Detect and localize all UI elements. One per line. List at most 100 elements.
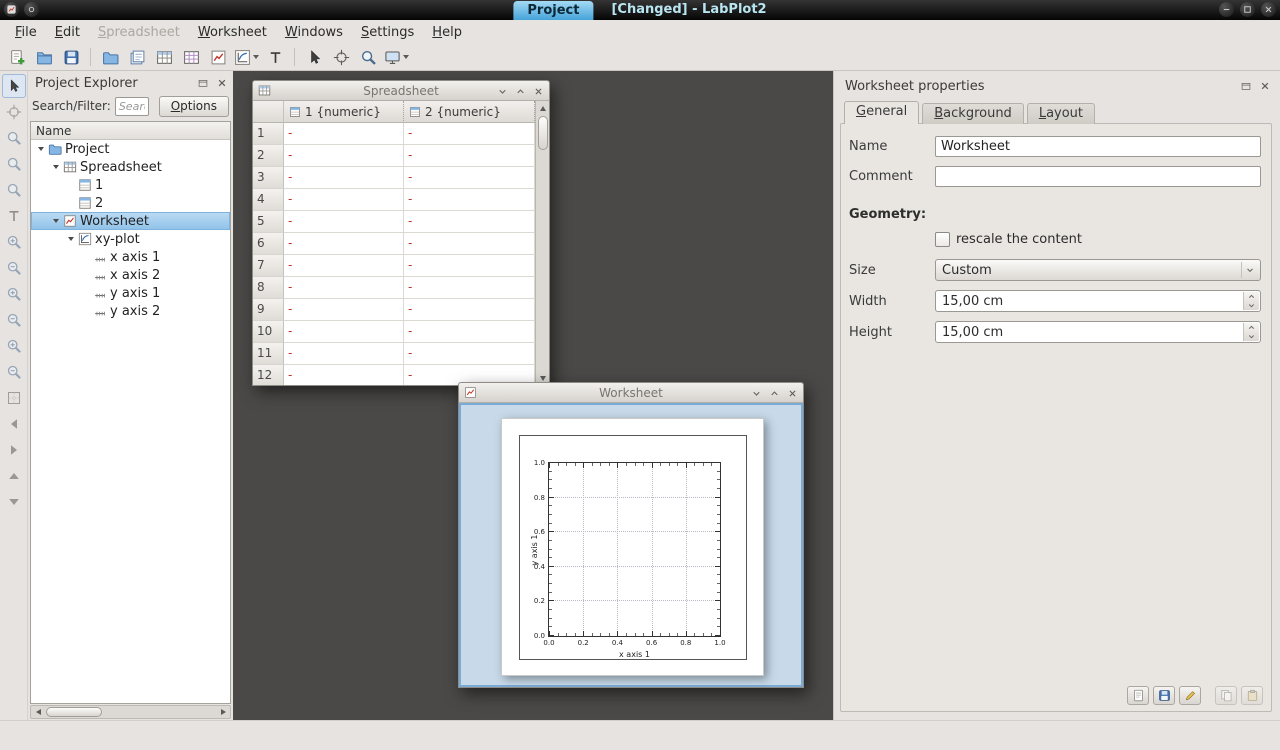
tree-item-1[interactable]: 1 (31, 176, 230, 194)
close-icon[interactable] (1261, 2, 1276, 17)
row-header[interactable]: 6 (253, 233, 284, 255)
zoom-select-tool[interactable] (2, 126, 26, 150)
width-spinbox[interactable]: 15,00 cm (935, 290, 1261, 312)
row-header[interactable]: 2 (253, 145, 284, 167)
plot-area[interactable]: y axis 1 x axis 1 0.00.20.40.60.81.00.00… (519, 435, 747, 660)
sheet-cell[interactable]: - (404, 299, 535, 321)
sheet-cell[interactable]: - (284, 255, 404, 277)
row-header[interactable]: 12 (253, 365, 284, 385)
tree-item-x-axis-1[interactable]: x axis 1 (31, 248, 230, 266)
new-matrix-button[interactable] (178, 45, 204, 69)
worksheet-view[interactable]: y axis 1 x axis 1 0.00.20.40.60.81.00.00… (459, 403, 803, 687)
select-edit-tool[interactable] (2, 74, 26, 98)
crosshair-tool[interactable] (2, 100, 26, 124)
options-button[interactable]: Options (159, 96, 229, 117)
spin-down-icon[interactable] (1244, 332, 1259, 341)
tree-item-project[interactable]: Project (31, 140, 230, 158)
worksheet-window[interactable]: Worksheet y axis 1 x axis 1 0.00.20.40.6… (458, 382, 804, 688)
shift-down-y-tool[interactable] (2, 490, 26, 514)
spin-up-icon[interactable] (1244, 292, 1259, 301)
sheet-cell[interactable]: - (284, 299, 404, 321)
name-input[interactable] (935, 136, 1261, 157)
rescale-checkbox[interactable] (935, 232, 950, 247)
zoom-out-x-tool[interactable] (2, 308, 26, 332)
select-tool-button[interactable] (301, 45, 327, 69)
sheet-cell[interactable]: - (284, 365, 404, 385)
horizontal-scrollbar[interactable] (30, 705, 231, 719)
row-header[interactable]: 10 (253, 321, 284, 343)
minimize-icon[interactable] (1219, 2, 1234, 17)
scroll-right-icon[interactable] (216, 705, 230, 719)
sheet-cell[interactable]: - (404, 233, 535, 255)
tab-layout[interactable]: Layout (1027, 103, 1095, 124)
titlebar[interactable]: Project [Changed] - LabPlot2 (0, 0, 1280, 20)
zoom-in-x-tool[interactable] (2, 282, 26, 306)
zoom-in-y-tool[interactable] (2, 334, 26, 358)
menu-spreadsheet[interactable]: Spreadsheet (89, 23, 189, 42)
sheet-cell[interactable]: - (404, 211, 535, 233)
scroll-left-icon[interactable] (31, 705, 45, 719)
plot-axes[interactable]: y axis 1 x axis 1 0.00.20.40.60.81.00.00… (548, 462, 721, 637)
tree-item-y-axis-2[interactable]: y axis 2 (31, 302, 230, 320)
sheet-cell[interactable]: - (404, 167, 535, 189)
spreadsheet-window-titlebar[interactable]: Spreadsheet (253, 81, 549, 101)
sheet-cell[interactable]: - (404, 343, 535, 365)
sheet-cell[interactable]: - (404, 277, 535, 299)
app-icon[interactable] (4, 2, 19, 17)
scrollbar-thumb[interactable] (46, 707, 102, 717)
new-spreadsheet-button[interactable] (151, 45, 177, 69)
row-header[interactable]: 5 (253, 211, 284, 233)
float-icon[interactable] (195, 75, 210, 90)
sheet-cell[interactable]: - (404, 189, 535, 211)
crosshair-tool-button[interactable] (328, 45, 354, 69)
load-template-button[interactable] (1127, 686, 1149, 705)
vertical-scrollbar[interactable] (535, 101, 549, 385)
sheet-cell[interactable]: - (284, 167, 404, 189)
sticky-icon[interactable] (24, 2, 39, 17)
sheet-cell[interactable]: - (404, 255, 535, 277)
search-input[interactable] (115, 97, 149, 116)
close-icon[interactable] (785, 386, 799, 400)
size-select[interactable]: Custom (935, 259, 1261, 281)
select-all-corner[interactable] (253, 101, 284, 123)
sheet-cell[interactable]: - (284, 189, 404, 211)
auto-scale-tool[interactable] (2, 386, 26, 410)
new-plot-button[interactable] (232, 45, 261, 69)
save-default-button[interactable] (1179, 686, 1201, 705)
menu-settings[interactable]: Settings (352, 23, 423, 42)
column-header-1[interactable]: 1 {numeric} (284, 101, 404, 123)
zoom-in-tool[interactable] (2, 230, 26, 254)
row-header[interactable]: 8 (253, 277, 284, 299)
project-explorer-header[interactable]: Project Explorer (30, 73, 231, 93)
new-folder-button[interactable] (97, 45, 123, 69)
scroll-up-icon[interactable] (536, 101, 550, 115)
shift-right-x-tool[interactable] (2, 438, 26, 462)
new-workbook-button[interactable] (124, 45, 150, 69)
titlebar-project-tab[interactable]: Project (513, 1, 593, 20)
menu-windows[interactable]: Windows (276, 23, 352, 42)
menu-help[interactable]: Help (423, 23, 471, 42)
sheet-cell[interactable]: - (284, 343, 404, 365)
sheet-cell[interactable]: - (284, 233, 404, 255)
spin-up-icon[interactable] (1244, 323, 1259, 332)
float-icon[interactable] (1238, 78, 1253, 93)
maximize-icon[interactable] (1240, 2, 1255, 17)
row-header[interactable]: 11 (253, 343, 284, 365)
zoom-y-select-tool[interactable] (2, 178, 26, 202)
open-project-button[interactable] (31, 45, 57, 69)
tab-general[interactable]: General (844, 101, 919, 124)
tree-item-xy-plot[interactable]: xy-plot (31, 230, 230, 248)
close-icon[interactable] (531, 84, 545, 98)
save-template-button[interactable] (1153, 686, 1175, 705)
tree-item-x-axis-2[interactable]: x axis 2 (31, 266, 230, 284)
tab-background[interactable]: Background (922, 103, 1024, 124)
properties-header[interactable]: Worksheet properties (840, 76, 1274, 96)
row-header[interactable]: 7 (253, 255, 284, 277)
copy-settings-button[interactable] (1215, 686, 1237, 705)
scrollbar-thumb[interactable] (538, 116, 548, 150)
sheet-cell[interactable]: - (284, 123, 404, 145)
spreadsheet-window[interactable]: Spreadsheet 1 {numeric}2 {numeric} 1--2-… (252, 80, 550, 386)
sheet-cell[interactable]: - (404, 123, 535, 145)
window-menu-icon[interactable] (495, 84, 509, 98)
zoom-out-y-tool[interactable] (2, 360, 26, 384)
